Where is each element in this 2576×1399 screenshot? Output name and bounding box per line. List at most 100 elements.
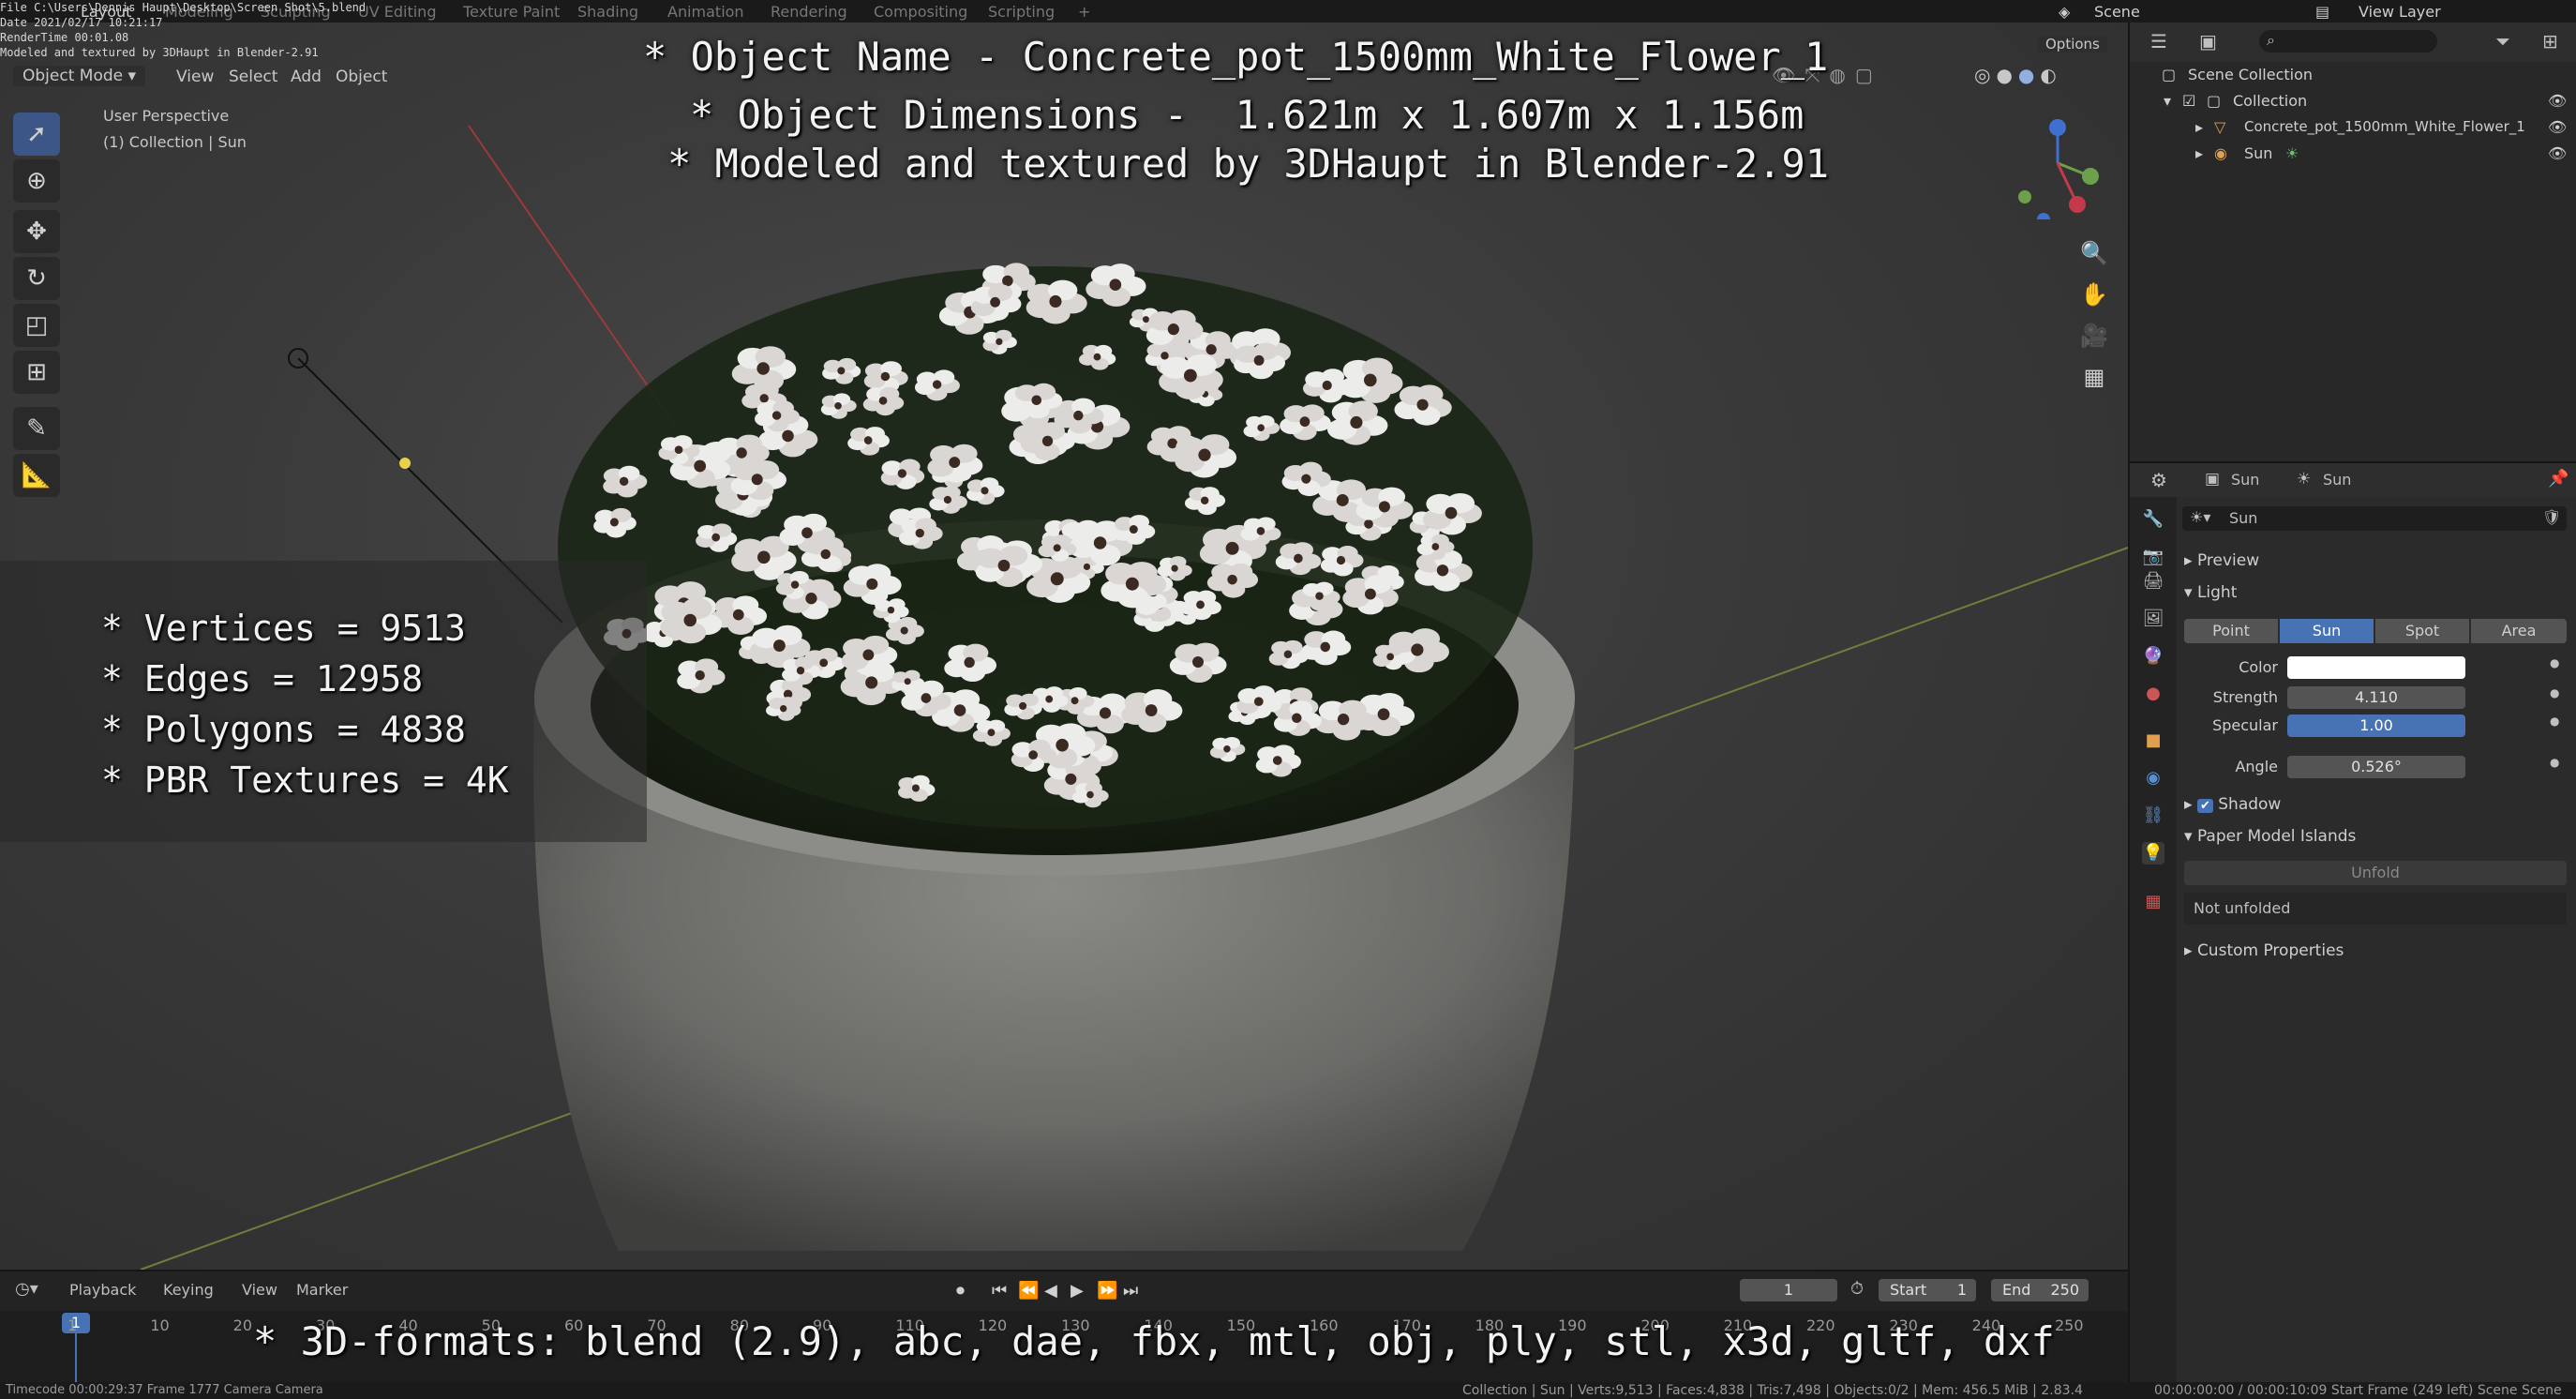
texture-tab-icon[interactable]: ▦	[2142, 891, 2164, 913]
workspace-tab-shading[interactable]: Shading	[577, 3, 638, 21]
end-frame-field[interactable]: End 250	[1991, 1279, 2089, 1301]
current-frame-field[interactable]: 1	[1740, 1279, 1837, 1301]
light-type-spot[interactable]: Spot	[2375, 619, 2469, 643]
jump-end-icon[interactable]: ⏭	[1123, 1281, 1138, 1301]
constraints-tab-icon[interactable]: ⛓	[2142, 805, 2164, 827]
physics-tab-icon[interactable]: ◉	[2142, 767, 2164, 790]
new-collection-icon[interactable]: ⊞	[2542, 30, 2558, 53]
outliner-row-collection[interactable]: ▾ ☑ ▢ Collection 👁	[2130, 88, 2576, 114]
view-menu[interactable]: View	[242, 1281, 277, 1299]
unfold-label: Unfold	[2351, 864, 2400, 881]
view-layer-tab-icon[interactable]: 🖼	[2142, 608, 2164, 630]
workspace-tab-compositing[interactable]: Compositing	[874, 3, 967, 21]
render-tab-icon[interactable]: 📷	[2142, 546, 2164, 568]
play-icon[interactable]: ▶	[1071, 1281, 1084, 1301]
light-type-selector: Point Sun Spot Area	[2184, 619, 2567, 643]
shadow-checkbox[interactable]: ✔	[2196, 799, 2213, 813]
navigation-gizmo[interactable]	[2006, 107, 2109, 219]
unfold-status: Not unfolded	[2184, 893, 2567, 925]
paper-model-panel-header[interactable]: ▾ Paper Model Islands	[2184, 827, 2356, 846]
scene-icon[interactable]: ◈	[2059, 3, 2070, 21]
overlay-formats: * 3D-formats: blend (2.9), abc, dae, fbx…	[253, 1318, 2055, 1364]
filter-icon[interactable]: ⏷	[2495, 30, 2510, 53]
datablock-name: Sun	[2229, 509, 2258, 527]
pan-hand-icon[interactable]: ✋	[2075, 276, 2113, 313]
view-layer-icon[interactable]: ▤	[2315, 3, 2329, 21]
outliner-search-input[interactable]: ⌕	[2259, 30, 2437, 53]
outliner-row-sun[interactable]: ▸ ◉ Sun ☀ 👁	[2130, 141, 2576, 167]
custom-properties-panel-header[interactable]: ▸ Custom Properties	[2184, 941, 2344, 960]
angle-field[interactable]: 0.526°	[2287, 756, 2465, 778]
overlay-credit: * Modeled and textured by 3DHaupt in Ble…	[667, 141, 1830, 187]
chevron-down-icon: ▾	[2184, 827, 2197, 846]
display-mode-icon[interactable]: ▣	[2199, 30, 2217, 53]
zoom-icon[interactable]: 🔍	[2075, 234, 2113, 272]
workspace-tab-animation[interactable]: Animation	[667, 3, 744, 21]
editor-type-icon[interactable]: ◷▾	[15, 1279, 38, 1299]
unfold-button[interactable]: Unfold	[2184, 861, 2567, 885]
checkbox-icon[interactable]: ☑	[2182, 92, 2195, 110]
clock-icon[interactable]: ⏱	[1850, 1279, 1864, 1299]
world-tab-icon[interactable]: ●	[2142, 683, 2164, 705]
prev-keyframe-icon[interactable]: ⏪	[1018, 1281, 1039, 1301]
keying-menu[interactable]: Keying	[163, 1281, 214, 1299]
light-type-area[interactable]: Area	[2471, 619, 2567, 643]
light-type-sun[interactable]: Sun	[2280, 619, 2374, 643]
editor-type-icon[interactable]: ☰	[2150, 30, 2167, 53]
start-frame-field[interactable]: Start 1	[1879, 1279, 1976, 1301]
3d-viewport[interactable]: Object Mode ▾ View Select Add Object Opt…	[0, 23, 2128, 1270]
workspace-tab-scripting[interactable]: Scripting	[988, 3, 1055, 21]
light-panel-header[interactable]: ▾ Light	[2184, 583, 2237, 602]
workspace-tab-uv-editing[interactable]: UV Editing	[358, 3, 436, 21]
scene-selector[interactable]: Scene	[2094, 3, 2140, 21]
light-data-tab-icon[interactable]: 💡	[2142, 842, 2164, 865]
camera-view-icon[interactable]: 🎥	[2075, 317, 2113, 354]
outliner-row-pot[interactable]: ▸ ▽ Concrete_pot_1500mm_White_Flower_1 👁	[2130, 114, 2576, 141]
marker-menu[interactable]: Marker	[296, 1281, 348, 1299]
ortho-grid-icon[interactable]: ▦	[2075, 358, 2113, 396]
keyframe-dot-icon[interactable]: ●	[2550, 656, 2559, 669]
view-layer-selector[interactable]: View Layer	[2359, 3, 2441, 21]
specular-slider[interactable]: 1.00	[2287, 715, 2465, 737]
chevron-right-icon[interactable]: ▸	[2195, 118, 2203, 136]
strength-field[interactable]: 4.110	[2287, 686, 2465, 709]
light-data-icon: ☀	[2285, 144, 2299, 162]
eye-icon[interactable]: 👁	[2548, 144, 2567, 162]
keyframe-dot-icon[interactable]: ●	[2550, 715, 2559, 728]
preview-label: Preview	[2196, 551, 2260, 570]
playback-menu[interactable]: Playback	[69, 1281, 136, 1299]
chevron-right-icon: ▸	[2184, 551, 2197, 570]
output-tab-icon[interactable]: 🖨	[2142, 570, 2164, 593]
stamp-date: Date 2021/02/17 10:21:17	[0, 16, 163, 29]
eye-icon[interactable]: 👁	[2548, 118, 2567, 136]
add-workspace-icon[interactable]: +	[1078, 3, 1090, 21]
light-data-icon: ☀▾	[2190, 508, 2211, 526]
light-type-point[interactable]: Point	[2184, 619, 2278, 643]
start-label: Start	[1890, 1281, 1927, 1299]
object-tab-icon[interactable]: ■	[2142, 730, 2164, 752]
workspace-tab-rendering[interactable]: Rendering	[771, 3, 847, 21]
tool-tab-icon[interactable]: 🔧	[2142, 508, 2164, 531]
scene-tab-icon[interactable]: 🔮	[2142, 645, 2164, 668]
editor-type-icon[interactable]: ⚙	[2150, 469, 2167, 491]
keyframe-dot-icon[interactable]: ●	[2550, 686, 2559, 700]
keyframe-dot-icon[interactable]: ●	[2550, 756, 2559, 769]
chevron-down-icon: ▾	[2184, 583, 2197, 602]
shadow-panel-header[interactable]: ▸ ✔ Shadow	[2184, 795, 2281, 814]
color-swatch[interactable]	[2287, 656, 2465, 679]
pin-icon[interactable]: 📌	[2548, 469, 2569, 489]
record-icon[interactable]: ⏺	[956, 1281, 965, 1301]
play-reverse-icon[interactable]: ◀	[1044, 1281, 1057, 1301]
fake-user-icon[interactable]: 🛡	[2542, 508, 2561, 526]
workspace-tab-texture-paint[interactable]: Texture Paint	[463, 3, 560, 21]
chevron-right-icon[interactable]: ▸	[2195, 144, 2203, 162]
outliner-row-scene-collection[interactable]: ▢ Scene Collection	[2130, 62, 2576, 88]
preview-panel-header[interactable]: ▸ Preview	[2184, 551, 2259, 570]
timeline-panel: ◷▾ Playback Keying View Marker ⏺ ⏮ ⏪ ◀ ▶…	[0, 1270, 2128, 1384]
chevron-down-icon[interactable]: ▾	[2164, 92, 2171, 110]
eye-icon[interactable]: 👁	[2548, 92, 2567, 110]
stamp-render-time: RenderTime 00:01.08	[0, 31, 129, 44]
jump-start-icon[interactable]: ⏮	[992, 1281, 1007, 1301]
light-datablock-field[interactable]: ☀▾ Sun 🛡	[2182, 506, 2567, 531]
next-keyframe-icon[interactable]: ⏩	[1097, 1281, 1117, 1301]
